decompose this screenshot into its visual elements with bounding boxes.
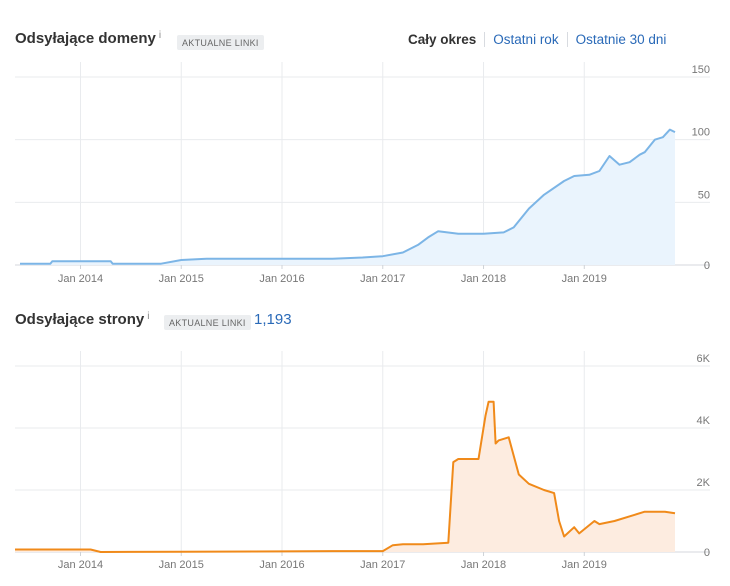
time-range-tabs: Cały okres Ostatni rok Ostatnie 30 dni xyxy=(400,32,674,47)
series-area xyxy=(20,129,675,265)
live-links-badge: AKTUALNE LINKI xyxy=(177,35,264,50)
tab-last-30-days[interactable]: Ostatnie 30 dni xyxy=(566,32,675,47)
referring-pages-chart: 0 2K 4K 6K Jan 2014 Jan 2015 Jan 2016 Jan 2017 J… xyxy=(15,351,711,571)
y-tick-label: 150 xyxy=(692,64,710,76)
referring-domains-chart: 0 50 100 150 Jan 2014 Jan 2015 Jan 2016 Jan 201… xyxy=(15,62,710,285)
x-tick-label: Jan 2016 xyxy=(259,273,304,285)
x-tick-label: Jan 2017 xyxy=(360,273,405,285)
x-tick-label: Jan 2014 xyxy=(58,559,103,571)
y-tick-label: 0 xyxy=(704,547,710,559)
tab-last-year[interactable]: Ostatni rok xyxy=(484,32,566,47)
x-tick-label: Jan 2015 xyxy=(159,559,204,571)
section-title-text: Odsyłające domeny xyxy=(15,30,156,47)
referring-pages-count: 1,193 xyxy=(254,311,292,328)
y-tick-label: 0 xyxy=(704,260,710,272)
tab-all-time[interactable]: Cały okres xyxy=(400,32,484,47)
info-icon[interactable]: i xyxy=(147,311,149,322)
x-tick-label: Jan 2019 xyxy=(562,273,607,285)
live-links-badge: AKTUALNE LINKI xyxy=(164,315,251,330)
y-tick-label: 100 xyxy=(692,127,710,139)
x-tick-label: Jan 2014 xyxy=(58,273,103,285)
y-tick-label: 50 xyxy=(698,189,710,201)
x-tick-label: Jan 2018 xyxy=(461,273,506,285)
x-tick-label: Jan 2019 xyxy=(562,559,607,571)
x-tick-label: Jan 2017 xyxy=(360,559,405,571)
series-line xyxy=(15,400,676,553)
info-icon[interactable]: i xyxy=(159,30,161,41)
section-title-text: Odsyłające strony xyxy=(15,311,145,328)
x-tick-label: Jan 2018 xyxy=(461,559,506,571)
section-title-referring-pages: Odsyłające strony i xyxy=(15,311,149,328)
x-tick-label: Jan 2015 xyxy=(159,273,204,285)
y-tick-label: 4K xyxy=(697,415,711,427)
section-title-referring-domains: Odsyłające domeny i xyxy=(15,30,161,47)
y-tick-label: 6K xyxy=(697,353,711,365)
y-tick-label: 2K xyxy=(697,477,711,489)
x-tick-label: Jan 2016 xyxy=(259,559,304,571)
